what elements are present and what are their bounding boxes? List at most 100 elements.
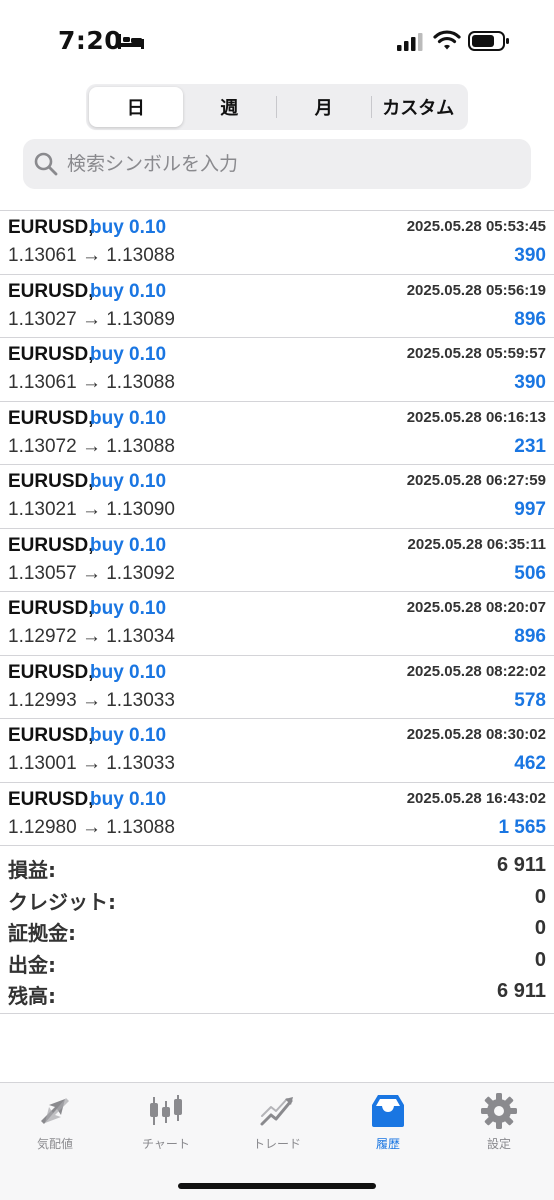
deal-symbol: EURUSD, — [8, 598, 94, 619]
tab-label: トレード — [252, 1137, 301, 1151]
deal-profit: 896 — [514, 308, 546, 330]
deal-time: 2025.05.28 05:56:19 — [406, 281, 546, 299]
summary-label: クレジット: — [8, 889, 116, 914]
symbol-search-input[interactable] — [67, 153, 507, 175]
deal-symbol: EURUSD, — [8, 725, 94, 746]
summary-label: 残高: — [8, 984, 56, 1008]
account-summary: 損益: 6 911 クレジット: 0 証拠金: 0 出金: 0 残高: 6 91… — [0, 852, 554, 1014]
deal-row[interactable]: EURUSD, buy 0.10 2025.05.28 08:20:07 1.1… — [0, 592, 554, 656]
tab-label: 気配値 — [36, 1137, 73, 1151]
deal-side: buy 0.10 — [90, 598, 167, 619]
summary-label: 証拠金: — [8, 921, 76, 945]
deal-symbol: EURUSD, — [8, 471, 94, 492]
deal-side: buy 0.10 — [90, 534, 167, 556]
deal-profit: 390 — [514, 372, 546, 393]
tab-label: 設定 — [486, 1137, 511, 1151]
deal-prices: 1.13072 → 1.13088 — [8, 435, 175, 457]
deal-prices: 1.13057 → 1.13092 — [8, 562, 175, 584]
deal-time: 2025.05.28 08:30:02 — [406, 726, 546, 743]
home-indicator — [178, 1183, 376, 1189]
deal-symbol: EURUSD, — [8, 344, 94, 365]
deal-prices: 1.12980 → 1.13088 — [8, 816, 175, 838]
deal-time: 2025.05.28 06:16:13 — [406, 408, 546, 426]
tab-settings[interactable]: 設定 — [449, 1091, 549, 1153]
deal-prices: 1.12972 → 1.13034 — [8, 626, 175, 647]
summary-value: 6 911 — [497, 854, 546, 876]
deal-row[interactable]: EURUSD, buy 0.10 2025.05.28 05:56:19 1.1… — [0, 275, 554, 338]
deal-row[interactable]: EURUSD, buy 0.10 2025.05.28 08:30:02 1.1… — [0, 719, 554, 783]
deal-history-list: EURUSD, buy 0.10 2025.05.28 05:53:45 1.1… — [0, 210, 554, 846]
deal-profit: 390 — [514, 245, 546, 266]
deal-time: 2025.05.28 05:53:45 — [406, 218, 546, 235]
tab-label: 履歴 — [375, 1137, 400, 1151]
deal-side: buy 0.10 — [90, 407, 167, 429]
deal-prices: 1.13021 → 1.13090 — [8, 499, 175, 520]
gear-icon — [481, 1093, 517, 1129]
symbol-search-bar[interactable] — [23, 139, 531, 189]
deal-side: buy 0.10 — [90, 661, 167, 683]
segment-week[interactable]: 週 — [183, 87, 277, 127]
deal-profit: 997 — [514, 499, 546, 520]
tab-quotes[interactable]: 気配値 — [5, 1091, 105, 1153]
deal-profit: 578 — [514, 689, 546, 711]
deal-row[interactable]: EURUSD, buy 0.10 2025.05.28 05:59:57 1.1… — [0, 338, 554, 402]
deal-symbol: EURUSD, — [8, 534, 94, 556]
tab-chart[interactable]: チャート — [116, 1091, 216, 1153]
deal-prices: 1.13061 → 1.13088 — [8, 372, 175, 393]
summary-label: 損益: — [8, 858, 56, 882]
candlestick-chart-icon — [150, 1095, 182, 1125]
cellular-signal-icon — [397, 33, 423, 51]
deal-prices: 1.12993 → 1.13033 — [8, 689, 175, 711]
status-bar: 7:20 — [0, 0, 554, 84]
deal-side: buy 0.10 — [90, 788, 167, 810]
segment-month[interactable]: 月 — [277, 87, 371, 127]
deal-side: buy 0.10 — [90, 280, 167, 302]
segment-custom[interactable]: カスタム — [372, 87, 466, 127]
deal-time: 2025.05.28 06:27:59 — [406, 472, 546, 489]
deal-row[interactable]: EURUSD, buy 0.10 2025.05.28 06:16:13 1.1… — [0, 402, 554, 465]
status-time: 7:20 — [58, 26, 123, 55]
battery-icon — [468, 31, 509, 51]
deal-symbol: EURUSD, — [8, 788, 94, 810]
deal-symbol: EURUSD, — [8, 661, 94, 683]
deal-row[interactable]: EURUSD, buy 0.10 2025.05.28 08:22:02 1.1… — [0, 656, 554, 719]
tab-history[interactable]: 履歴 — [338, 1091, 438, 1153]
history-inbox-icon — [372, 1095, 404, 1127]
deal-side: buy 0.10 — [90, 344, 167, 365]
search-icon — [34, 152, 58, 176]
deal-profit: 231 — [514, 435, 546, 457]
deal-time: 2025.05.28 05:59:57 — [406, 345, 546, 362]
deal-side: buy 0.10 — [90, 217, 167, 238]
trade-line-icon — [260, 1097, 293, 1126]
deal-row[interactable]: EURUSD, buy 0.10 2025.05.28 05:53:45 1.1… — [0, 211, 554, 275]
deal-profit: 896 — [514, 626, 546, 647]
deal-profit: 462 — [514, 753, 546, 774]
deal-prices: 1.13027 → 1.13089 — [8, 308, 175, 330]
summary-value: 0 — [534, 917, 546, 939]
deal-row[interactable]: EURUSD, buy 0.10 2025.05.28 06:35:11 1.1… — [0, 529, 554, 592]
deal-profit: 1 565 — [498, 816, 546, 838]
summary-value: 6 911 — [497, 980, 546, 1002]
summary-value: 0 — [534, 885, 546, 908]
deal-time: 2025.05.28 06:35:11 — [407, 535, 546, 553]
sleep-focus-icon — [118, 34, 144, 49]
period-segmented-control: 日 週 月 カスタム — [86, 84, 468, 130]
summary-row-deposit: 証拠金: 0 — [0, 915, 554, 947]
tab-trade[interactable]: トレード — [227, 1091, 327, 1153]
summary-row-credit: クレジット: 0 — [0, 884, 554, 916]
deal-symbol: EURUSD, — [8, 280, 94, 302]
deal-side: buy 0.10 — [90, 471, 167, 492]
deal-row[interactable]: EURUSD, buy 0.10 2025.05.28 16:43:02 1.1… — [0, 783, 554, 846]
deal-symbol: EURUSD, — [8, 217, 94, 238]
summary-row-profit: 損益: 6 911 — [0, 852, 554, 884]
segment-day[interactable]: 日 — [89, 87, 183, 127]
summary-row-balance: 残高: 6 911 — [0, 978, 554, 1010]
summary-value: 0 — [534, 948, 546, 971]
deal-prices: 1.13001 → 1.13033 — [8, 753, 175, 774]
deal-row[interactable]: EURUSD, buy 0.10 2025.05.28 06:27:59 1.1… — [0, 465, 554, 529]
deal-time: 2025.05.28 08:22:02 — [406, 662, 546, 680]
deal-side: buy 0.10 — [90, 725, 167, 746]
deal-time: 2025.05.28 08:20:07 — [406, 599, 546, 616]
summary-row-withdrawal: 出金: 0 — [0, 947, 554, 979]
deal-prices: 1.13061 → 1.13088 — [8, 245, 175, 266]
